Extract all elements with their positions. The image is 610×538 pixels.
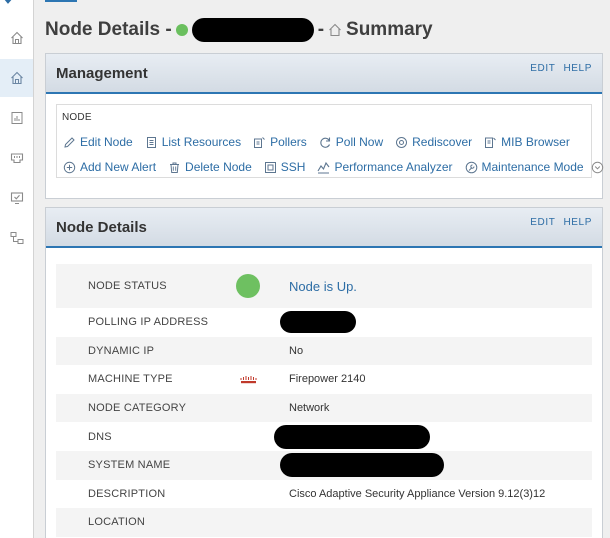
maintenance-mode-button[interactable]: Maintenance Mode xyxy=(465,160,604,174)
refresh-icon xyxy=(320,137,330,148)
poller-icon xyxy=(254,136,265,148)
management-help-link[interactable]: HELP xyxy=(563,63,592,74)
node-details-panel: Node Details EDIT HELP NODE STATUS Node … xyxy=(45,207,603,538)
monitor-check-icon xyxy=(10,192,23,205)
active-tab-indicator xyxy=(45,0,77,2)
management-toolbar-row-2: Add New Alert Delete Node SSH Performanc… xyxy=(63,160,604,174)
ssh-button[interactable]: SSH xyxy=(264,160,305,174)
description-value: Cisco Adaptive Security Appliance Versio… xyxy=(289,487,546,500)
row-system-name: SYSTEM NAME xyxy=(56,450,592,480)
cisco-logo-icon xyxy=(240,375,257,384)
rediscover-icon xyxy=(396,136,408,148)
row-dynamic-ip: DYNAMIC IP No xyxy=(56,336,592,366)
node-details-title: Node Details xyxy=(56,218,147,236)
poll-now-button[interactable]: Poll Now xyxy=(319,135,383,149)
machine-type-value: Firepower 2140 xyxy=(289,373,366,386)
management-panel: Management EDIT HELP NODE Edit Node List… xyxy=(45,53,603,199)
list-resources-button[interactable]: List Resources xyxy=(145,135,241,149)
nav-monitor[interactable] xyxy=(0,179,33,217)
pollers-button[interactable]: Pollers xyxy=(253,135,307,149)
system-name-redacted xyxy=(280,453,444,478)
page-title-prefix: Node Details - xyxy=(45,19,172,40)
pencil-icon xyxy=(64,136,75,148)
node-section-label: NODE xyxy=(62,112,92,123)
node-status-dot xyxy=(175,24,188,36)
polling-ip-redacted xyxy=(280,311,356,334)
edit-node-button[interactable]: Edit Node xyxy=(63,135,133,149)
nav-topology[interactable] xyxy=(0,219,33,257)
row-node-category: NODE CATEGORY Network xyxy=(56,393,592,423)
view-name: Summary xyxy=(346,19,433,40)
home-outline-icon xyxy=(10,31,23,45)
row-machine-type: MACHINE TYPE Firepower 2140 xyxy=(88,373,366,386)
node-up-status-icon xyxy=(236,274,260,298)
mib-browser-icon xyxy=(485,137,497,148)
management-header: Management EDIT HELP xyxy=(46,54,602,94)
add-new-alert-button[interactable]: Add New Alert xyxy=(63,160,156,174)
home-icon xyxy=(10,71,23,85)
summary-home-icon xyxy=(328,19,342,41)
node-details-header: Node Details EDIT HELP xyxy=(46,208,602,248)
management-toolbar-row-1: Edit Node List Resources Pollers Poll No… xyxy=(63,135,570,149)
mib-browser-button[interactable]: MIB Browser xyxy=(484,135,570,149)
dynamic-ip-value: No xyxy=(289,344,304,357)
dns-redacted xyxy=(274,424,430,449)
node-details-table: NODE STATUS Node is Up. POLLING IP ADDRE… xyxy=(46,248,602,537)
network-port-icon xyxy=(10,153,23,164)
row-polling-ip: POLLING IP ADDRESS xyxy=(56,308,592,337)
row-dns: DNS xyxy=(56,422,592,451)
nav-reports[interactable] xyxy=(0,99,33,137)
title-separator: - xyxy=(317,19,325,40)
node-status-value[interactable]: Node is Up. xyxy=(289,279,357,294)
report-icon xyxy=(11,112,22,124)
left-nav-rail xyxy=(0,0,34,538)
main-content: Node Details - - Summary Management EDIT… xyxy=(34,0,610,538)
performance-analyzer-icon xyxy=(317,161,330,173)
nav-home[interactable] xyxy=(0,59,33,97)
app-logo-icon xyxy=(4,0,12,4)
node-management-box: NODE Edit Node List Resources Pollers Po… xyxy=(56,104,603,178)
chevron-down-circle-icon[interactable] xyxy=(591,161,604,174)
management-title: Management xyxy=(56,64,148,82)
row-node-status: NODE STATUS Node is Up. xyxy=(56,264,592,308)
rediscover-button[interactable]: Rediscover xyxy=(395,135,472,149)
management-edit-link[interactable]: EDIT xyxy=(530,63,555,74)
list-document-icon xyxy=(146,136,156,148)
node-name-redacted xyxy=(191,18,314,42)
row-location: LOCATION xyxy=(56,508,592,537)
node-details-help-link[interactable]: HELP xyxy=(563,217,592,228)
terminal-icon xyxy=(264,161,276,173)
nav-network[interactable] xyxy=(0,139,33,177)
nav-home-outline[interactable] xyxy=(0,19,33,57)
wrench-icon xyxy=(465,161,477,173)
node-details-edit-link[interactable]: EDIT xyxy=(530,217,555,228)
row-description: DESCRIPTION Cisco Adaptive Security Appl… xyxy=(88,487,546,500)
performance-analyzer-button[interactable]: Performance Analyzer xyxy=(317,160,453,174)
plus-circle-icon xyxy=(63,161,76,173)
topology-icon xyxy=(10,232,23,244)
node-category-value: Network xyxy=(289,402,330,415)
page-title: Node Details - - Summary xyxy=(45,17,433,43)
delete-node-button[interactable]: Delete Node xyxy=(168,160,252,174)
trash-icon xyxy=(170,162,180,173)
